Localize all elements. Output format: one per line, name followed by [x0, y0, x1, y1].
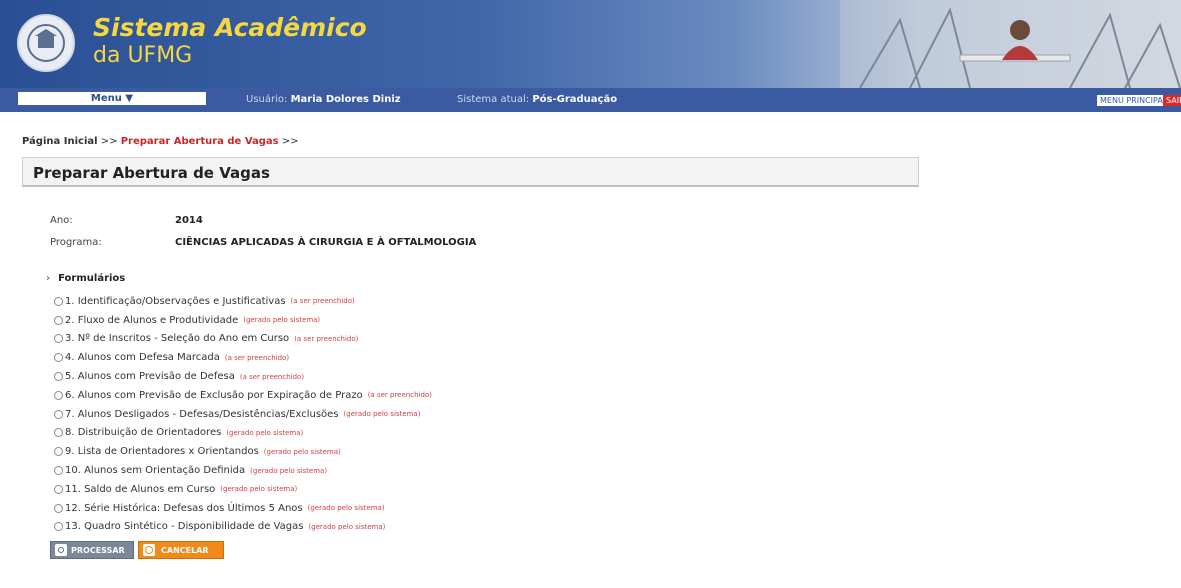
form-radio-button[interactable]: [54, 428, 63, 438]
brand-subtitle: da UFMG: [93, 43, 193, 68]
breadcrumb-separator: >>: [281, 136, 299, 147]
form-option-label: 9. Lista de Orientadores x Orientandos: [65, 446, 259, 458]
form-radio-button[interactable]: [54, 409, 63, 419]
page-title: Preparar Abertura de Vagas: [33, 164, 270, 182]
app-header: Sistema Acadêmico da UFMG: [0, 0, 1181, 88]
brand-title: Sistema Acadêmico: [93, 13, 367, 42]
form-option-label: 6. Alunos com Previsão de Exclusão por E…: [65, 389, 363, 401]
form-option[interactable]: 13. Quadro Sintético - Disponibilidade d…: [54, 518, 432, 537]
form-radio-button[interactable]: [54, 447, 63, 457]
user-label: Usuário:: [246, 94, 288, 105]
form-radio-button[interactable]: [54, 315, 63, 325]
cancel-icon: [143, 544, 155, 556]
formularios-heading[interactable]: › Formulários: [46, 273, 125, 284]
breadcrumb-home-link[interactable]: Página Inicial: [22, 136, 98, 147]
form-option-note: (gerado pelo sistema): [220, 485, 298, 494]
form-option[interactable]: 7. Alunos Desligados - Defesas/Desistênc…: [54, 405, 432, 424]
header-photo: [840, 0, 1181, 88]
form-radio-list: 1. Identificação/Observações e Justifica…: [54, 292, 432, 536]
current-system: Sistema atual: Pós-Graduação: [457, 94, 617, 105]
form-radio-button[interactable]: [54, 484, 63, 494]
form-option[interactable]: 4. Alunos com Defesa Marcada (a ser preen…: [54, 348, 432, 367]
top-navbar: Menu ▼ Usuário: Maria Dolores Diniz Sist…: [0, 88, 1181, 112]
formularios-heading-label: Formulários: [58, 273, 126, 284]
processar-label: PROCESSAR: [71, 546, 125, 555]
form-option-label: 12. Série Histórica: Defesas dos Últimos…: [65, 502, 303, 514]
ufmg-seal-logo: [17, 14, 75, 72]
form-option-note: (gerado pelo sistema): [308, 522, 386, 531]
form-option-label: 11. Saldo de Alunos em Curso: [65, 483, 216, 495]
form-option[interactable]: 2. Fluxo de Alunos e Produtividade (gerad…: [54, 311, 432, 330]
form-option-note: (gerado pelo sistema): [343, 410, 421, 419]
form-radio-button[interactable]: [54, 522, 63, 532]
form-option-label: 5. Alunos com Previsão de Defesa: [65, 371, 235, 383]
form-option[interactable]: 11. Saldo de Alunos em Curso (gerado pelo…: [54, 480, 432, 499]
form-option-label: 4. Alunos com Defesa Marcada: [65, 352, 220, 364]
form-radio-button[interactable]: [54, 372, 63, 382]
form-option[interactable]: 10. Alunos sem Orientação Definida (gerad…: [54, 461, 432, 480]
breadcrumb-current[interactable]: Preparar Abertura de Vagas: [121, 136, 279, 147]
form-radio-button[interactable]: [54, 466, 63, 476]
form-radio-button[interactable]: [54, 503, 63, 513]
form-option-note: (gerado pelo sistema): [307, 504, 385, 513]
form-option-note: (a ser preenchido): [239, 372, 305, 381]
form-option[interactable]: 8. Distribuição de Orientadores (gerado p…: [54, 424, 432, 443]
form-option[interactable]: 3. Nº de Inscritos - Seleção do Ano em C…: [54, 330, 432, 349]
form-option-note: (gerado pelo sistema): [243, 316, 321, 325]
ano-label: Ano:: [50, 215, 73, 226]
page-title-bar: Preparar Abertura de Vagas: [22, 157, 919, 187]
current-user: Usuário: Maria Dolores Diniz: [246, 94, 401, 105]
form-option-label: 1. Identificação/Observações e Justifica…: [65, 295, 286, 307]
form-option[interactable]: 1. Identificação/Observações e Justifica…: [54, 292, 432, 311]
form-option-note: (a ser preenchido): [290, 297, 355, 306]
cancelar-button[interactable]: CANCELAR: [138, 541, 224, 559]
form-radio-button[interactable]: [54, 353, 63, 363]
breadcrumb: Página Inicial >> Preparar Abertura de V…: [22, 136, 299, 147]
form-option-note: (a ser preenchido): [224, 353, 290, 362]
form-option[interactable]: 9. Lista de Orientadores x Orientandos (g…: [54, 442, 432, 461]
cancelar-label: CANCELAR: [161, 546, 209, 555]
form-option-note: (a ser preenchido): [294, 334, 359, 343]
breadcrumb-separator: >>: [100, 136, 118, 147]
form-option-note: (gerado pelo sistema): [263, 447, 341, 456]
process-icon: [55, 544, 67, 556]
ano-value: 2014: [175, 215, 203, 226]
form-option[interactable]: 6. Alunos com Previsão de Exclusão por E…: [54, 386, 432, 405]
sair-button[interactable]: SAIR: [1163, 95, 1181, 106]
user-name: Maria Dolores Diniz: [290, 94, 401, 105]
menu-dropdown-button[interactable]: Menu ▼: [18, 92, 206, 105]
form-option-label: 13. Quadro Sintético - Disponibilidade d…: [65, 521, 304, 533]
form-radio-button[interactable]: [54, 296, 63, 306]
menu-principal-button[interactable]: MENU PRINCIPAL: [1097, 95, 1171, 106]
form-option-note: (gerado pelo sistema): [250, 466, 328, 475]
form-option-note: (gerado pelo sistema): [226, 428, 304, 437]
expand-arrow-icon: ›: [46, 273, 51, 284]
form-option[interactable]: 5. Alunos com Previsão de Defesa (a ser p…: [54, 367, 432, 386]
form-option-label: 3. Nº de Inscritos - Seleção do Ano em C…: [65, 333, 290, 345]
form-option-label: 8. Distribuição de Orientadores: [65, 427, 222, 439]
form-radio-button[interactable]: [54, 334, 63, 344]
programa-label: Programa:: [50, 237, 102, 248]
system-label: Sistema atual:: [457, 94, 530, 105]
processar-button[interactable]: PROCESSAR: [50, 541, 134, 559]
programa-value: CIÊNCIAS APLICADAS À CIRURGIA E À OFTALM…: [175, 237, 477, 248]
form-option[interactable]: 12. Série Histórica: Defesas dos Últimos…: [54, 499, 432, 518]
form-option-note: (a ser preenchido): [367, 391, 432, 400]
form-radio-button[interactable]: [54, 390, 63, 400]
form-option-label: 10. Alunos sem Orientação Definida: [65, 465, 246, 477]
form-option-label: 2. Fluxo de Alunos e Produtividade: [65, 314, 239, 326]
form-option-label: 7. Alunos Desligados - Defesas/Desistênc…: [65, 408, 339, 420]
system-name: Pós-Graduação: [532, 94, 618, 105]
